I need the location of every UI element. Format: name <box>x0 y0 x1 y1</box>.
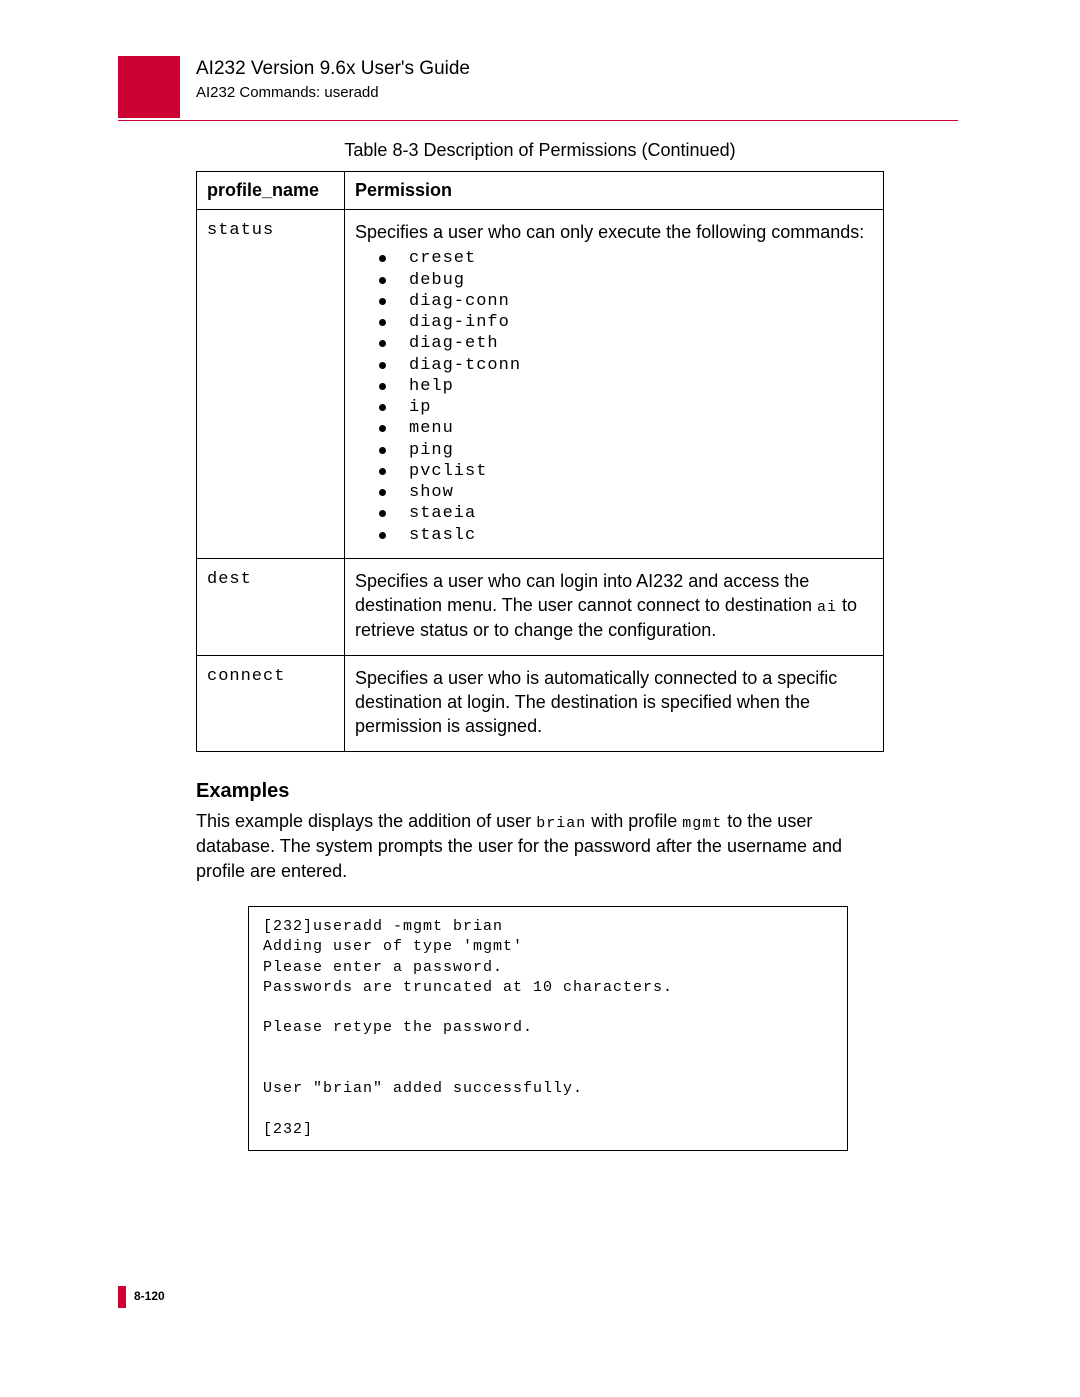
profile-name-status: status <box>197 210 345 559</box>
list-item: creset <box>379 248 873 269</box>
list-item: show <box>379 482 873 503</box>
document-subtitle: AI232 Commands: useradd <box>196 84 470 101</box>
permission-dest: Specifies a user who can login into AI23… <box>345 558 884 655</box>
profile-name-connect: connect <box>197 655 345 751</box>
profile-name-dest: dest <box>197 558 345 655</box>
list-item: diag-eth <box>379 333 873 354</box>
column-header-profile-name: profile_name <box>197 172 345 210</box>
list-item: pvclist <box>379 461 873 482</box>
list-item: diag-info <box>379 312 873 333</box>
list-item: staeia <box>379 503 873 524</box>
permission-connect: Specifies a user who is automatically co… <box>345 655 884 751</box>
document-title: AI232 Version 9.6x User's Guide <box>196 58 470 80</box>
list-item: diag-tconn <box>379 355 873 376</box>
list-item: menu <box>379 418 873 439</box>
column-header-permission: Permission <box>345 172 884 210</box>
permission-status: Specifies a user who can only execute th… <box>345 210 884 559</box>
footer-mark <box>118 1286 126 1308</box>
list-item: debug <box>379 270 873 291</box>
examples-paragraph: This example displays the addition of us… <box>196 809 884 885</box>
example-code-block: [232]useradd -mgmt brian Adding user of … <box>248 906 848 1151</box>
table-caption: Table 8-3 Description of Permissions (Co… <box>196 140 884 161</box>
header: AI232 Version 9.6x User's Guide AI232 Co… <box>196 58 470 101</box>
list-item: ip <box>379 397 873 418</box>
table-row: connect Specifies a user who is automati… <box>197 655 884 751</box>
status-command-list: creset debug diag-conn diag-info diag-et… <box>355 248 873 546</box>
main-content: Table 8-3 Description of Permissions (Co… <box>196 140 884 1151</box>
list-item: diag-conn <box>379 291 873 312</box>
permissions-table: profile_name Permission status Specifies… <box>196 171 884 752</box>
header-logo-block <box>118 56 180 118</box>
list-item: ping <box>379 440 873 461</box>
table-row: status Specifies a user who can only exe… <box>197 210 884 559</box>
page-number: 8-120 <box>134 1289 165 1303</box>
table-row: dest Specifies a user who can login into… <box>197 558 884 655</box>
header-divider <box>118 120 958 121</box>
list-item: help <box>379 376 873 397</box>
examples-heading: Examples <box>196 780 884 803</box>
status-intro: Specifies a user who can only execute th… <box>355 222 864 242</box>
list-item: staslc <box>379 525 873 546</box>
